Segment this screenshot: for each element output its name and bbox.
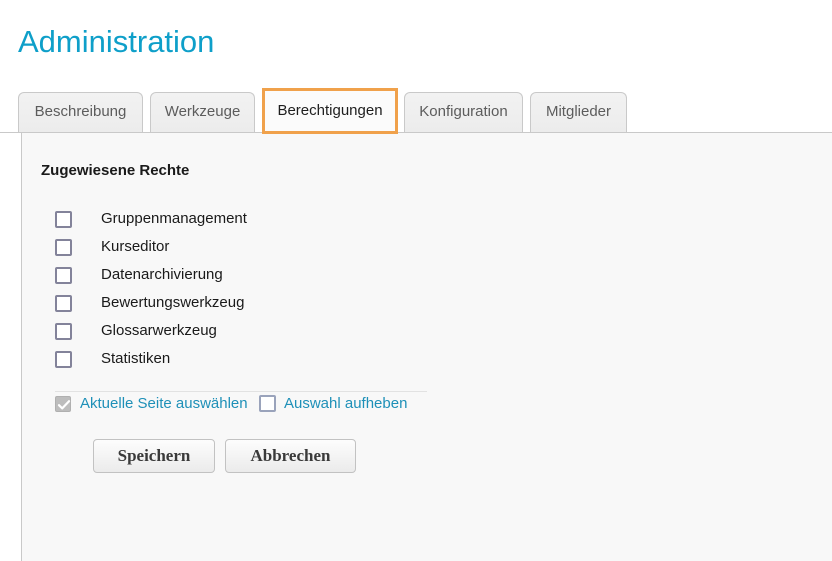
select-current-page-link[interactable]: Aktuelle Seite auswählen — [80, 395, 248, 413]
save-button[interactable]: Speichern — [93, 439, 215, 473]
permission-label: Datenarchivierung — [101, 266, 223, 283]
tab-mitglieder[interactable]: Mitglieder — [530, 92, 627, 132]
permission-label: Gruppenmanagement — [101, 210, 247, 227]
tab-werkzeuge[interactable]: Werkzeuge — [150, 92, 255, 132]
tab-berechtigungen[interactable]: Berechtigungen — [262, 88, 398, 134]
checkbox-glossarwerkzeug[interactable] — [55, 322, 72, 340]
permission-label: Kurseditor — [101, 238, 170, 255]
checkbox-bewertungswerkzeug[interactable] — [55, 294, 72, 312]
permission-label: Bewertungswerkzeug — [101, 294, 245, 311]
checkbox-select-current-page[interactable] — [55, 396, 71, 412]
cancel-button[interactable]: Abbrechen — [225, 439, 356, 473]
permission-row[interactable]: Gruppenmanagement — [22, 205, 442, 233]
checkbox-datenarchivierung[interactable] — [55, 266, 72, 284]
checkbox-kurseditor[interactable] — [55, 238, 72, 256]
checkmark-icon — [57, 400, 71, 410]
page-title: Administration — [18, 24, 215, 59]
permission-row[interactable]: Glossarwerkzeug — [22, 317, 442, 345]
deselect-all-link[interactable]: Auswahl aufheben — [284, 395, 407, 413]
permission-row[interactable]: Datenarchivierung — [22, 261, 442, 289]
checkbox-statistiken[interactable] — [55, 350, 72, 368]
permission-label: Statistiken — [101, 350, 171, 367]
administration-page: Administration Beschreibung Werkzeuge Be… — [0, 0, 832, 561]
checkbox-deselect-all[interactable] — [259, 395, 276, 412]
tab-bar: Beschreibung Werkzeuge Berechtigungen Ko… — [0, 88, 832, 134]
tab-konfiguration[interactable]: Konfiguration — [404, 92, 523, 132]
permission-row[interactable]: Kurseditor — [22, 233, 442, 261]
tab-beschreibung[interactable]: Beschreibung — [18, 92, 143, 132]
permissions-panel: Zugewiesene Rechte Gruppenmanagement Kur… — [21, 133, 832, 561]
checkbox-gruppenmanagement[interactable] — [55, 210, 72, 228]
permission-label: Glossarwerkzeug — [101, 322, 217, 339]
permission-row[interactable]: Statistiken — [22, 345, 442, 373]
permission-row[interactable]: Bewertungswerkzeug — [22, 289, 442, 317]
permission-list: Gruppenmanagement Kurseditor Datenarchiv… — [22, 205, 442, 373]
panel-heading: Zugewiesene Rechte — [41, 162, 190, 179]
divider — [55, 391, 427, 392]
